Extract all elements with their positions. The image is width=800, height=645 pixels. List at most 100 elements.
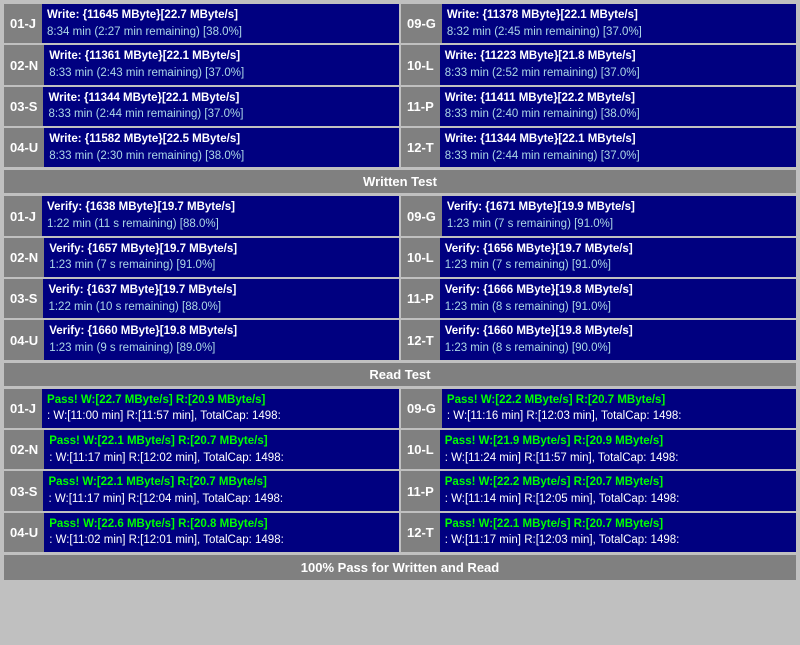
cell-line2: 8:33 min (2:30 min remaining) [38.0%]	[49, 148, 394, 165]
read-section: 01-JPass! W:[22.7 MByte/s] R:[20.9 MByte…	[4, 389, 796, 552]
cell-pair: 02-NWrite: {11361 MByte}[22.1 MByte/s]8:…	[4, 45, 399, 84]
row-pair: 01-JWrite: {11645 MByte}[22.7 MByte/s]8:…	[4, 4, 796, 43]
cell-pair: 04-UPass! W:[22.6 MByte/s] R:[20.8 MByte…	[4, 513, 399, 552]
cell-pair: 03-SPass! W:[22.1 MByte/s] R:[20.7 MByte…	[4, 471, 399, 510]
cell-pair: 10-LPass! W:[21.9 MByte/s] R:[20.9 MByte…	[401, 430, 796, 469]
row-pair: 01-JVerify: {1638 MByte}[19.7 MByte/s]1:…	[4, 196, 796, 235]
cell-pair: 09-GWrite: {11378 MByte}[22.1 MByte/s]8:…	[401, 4, 796, 43]
device-id: 01-J	[4, 389, 42, 428]
cell-line2: 8:33 min (2:43 min remaining) [37.0%]	[49, 65, 394, 82]
cell-content: Verify: {1638 MByte}[19.7 MByte/s]1:22 m…	[42, 196, 399, 235]
device-id: 09-G	[401, 196, 442, 235]
device-id: 10-L	[401, 45, 440, 84]
cell-pair: 02-NPass! W:[22.1 MByte/s] R:[20.7 MByte…	[4, 430, 399, 469]
cell-pair: 01-JWrite: {11645 MByte}[22.7 MByte/s]8:…	[4, 4, 399, 43]
cell-pair: 04-UWrite: {11582 MByte}[22.5 MByte/s]8:…	[4, 128, 399, 167]
verify-section: 01-JVerify: {1638 MByte}[19.7 MByte/s]1:…	[4, 196, 796, 359]
cell-pair: 09-GVerify: {1671 MByte}[19.9 MByte/s]1:…	[401, 196, 796, 235]
cell-line2: : W:[11:17 min] R:[12:04 min], TotalCap:…	[48, 491, 394, 508]
cell-line2: : W:[11:00 min] R:[11:57 min], TotalCap:…	[47, 408, 394, 425]
device-id: 03-S	[4, 279, 43, 318]
cell-line1: Verify: {1660 MByte}[19.8 MByte/s]	[49, 323, 394, 340]
cell-content: Pass! W:[22.7 MByte/s] R:[20.9 MByte/s]:…	[42, 389, 399, 428]
cell-line1: Pass! W:[22.2 MByte/s] R:[20.7 MByte/s]	[447, 392, 791, 409]
cell-line2: 1:22 min (10 s remaining) [88.0%]	[48, 299, 394, 316]
device-id: 03-S	[4, 471, 43, 510]
cell-content: Write: {11582 MByte}[22.5 MByte/s]8:33 m…	[44, 128, 399, 167]
cell-line1: Write: {11411 MByte}[22.2 MByte/s]	[445, 90, 791, 107]
cell-line2: 8:33 min (2:40 min remaining) [38.0%]	[445, 106, 791, 123]
cell-line2: 1:22 min (11 s remaining) [88.0%]	[47, 216, 394, 233]
cell-content: Pass! W:[21.9 MByte/s] R:[20.9 MByte/s]:…	[440, 430, 796, 469]
row-pair: 02-NPass! W:[22.1 MByte/s] R:[20.7 MByte…	[4, 430, 796, 469]
cell-line2: 8:33 min (2:44 min remaining) [37.0%]	[445, 148, 791, 165]
cell-line2: 1:23 min (7 s remaining) [91.0%]	[49, 257, 394, 274]
cell-pair: 11-PPass! W:[22.2 MByte/s] R:[20.7 MByte…	[401, 471, 796, 510]
cell-line1: Verify: {1638 MByte}[19.7 MByte/s]	[47, 199, 394, 216]
cell-content: Write: {11378 MByte}[22.1 MByte/s]8:32 m…	[442, 4, 796, 43]
cell-content: Write: {11361 MByte}[22.1 MByte/s]8:33 m…	[44, 45, 399, 84]
cell-line1: Write: {11378 MByte}[22.1 MByte/s]	[447, 7, 791, 24]
cell-line2: : W:[11:24 min] R:[11:57 min], TotalCap:…	[445, 450, 791, 467]
cell-line2: : W:[11:14 min] R:[12:05 min], TotalCap:…	[445, 491, 791, 508]
cell-content: Verify: {1671 MByte}[19.9 MByte/s]1:23 m…	[442, 196, 796, 235]
cell-line2: : W:[11:17 min] R:[12:02 min], TotalCap:…	[49, 450, 394, 467]
cell-line1: Pass! W:[22.1 MByte/s] R:[20.7 MByte/s]	[48, 474, 394, 491]
cell-line2: 8:34 min (2:27 min remaining) [38.0%]	[47, 24, 394, 41]
cell-content: Verify: {1656 MByte}[19.7 MByte/s]1:23 m…	[440, 238, 796, 277]
device-id: 11-P	[401, 279, 440, 318]
cell-line1: Verify: {1666 MByte}[19.8 MByte/s]	[445, 282, 791, 299]
cell-content: Pass! W:[22.1 MByte/s] R:[20.7 MByte/s]:…	[440, 513, 796, 552]
cell-line1: Verify: {1660 MByte}[19.8 MByte/s]	[445, 323, 791, 340]
device-id: 04-U	[4, 128, 44, 167]
cell-line1: Write: {11344 MByte}[22.1 MByte/s]	[48, 90, 394, 107]
cell-pair: 11-PWrite: {11411 MByte}[22.2 MByte/s]8:…	[401, 87, 796, 126]
cell-content: Write: {11411 MByte}[22.2 MByte/s]8:33 m…	[440, 87, 796, 126]
footer-status: 100% Pass for Written and Read	[4, 555, 796, 580]
write-section: 01-JWrite: {11645 MByte}[22.7 MByte/s]8:…	[4, 4, 796, 167]
row-pair: 03-SVerify: {1637 MByte}[19.7 MByte/s]1:…	[4, 279, 796, 318]
device-id: 11-P	[401, 87, 440, 126]
device-id: 12-T	[401, 513, 440, 552]
row-pair: 04-UWrite: {11582 MByte}[22.5 MByte/s]8:…	[4, 128, 796, 167]
main-container: 01-JWrite: {11645 MByte}[22.7 MByte/s]8:…	[0, 0, 800, 584]
cell-line2: 8:32 min (2:45 min remaining) [37.0%]	[447, 24, 791, 41]
cell-line2: 1:23 min (8 s remaining) [90.0%]	[445, 340, 791, 357]
cell-pair: 11-PVerify: {1666 MByte}[19.8 MByte/s]1:…	[401, 279, 796, 318]
device-id: 04-U	[4, 513, 44, 552]
device-id: 09-G	[401, 389, 442, 428]
cell-pair: 12-TWrite: {11344 MByte}[22.1 MByte/s]8:…	[401, 128, 796, 167]
cell-line1: Pass! W:[22.1 MByte/s] R:[20.7 MByte/s]	[445, 516, 791, 533]
cell-line2: 1:23 min (7 s remaining) [91.0%]	[445, 257, 791, 274]
cell-pair: 04-UVerify: {1660 MByte}[19.8 MByte/s]1:…	[4, 320, 399, 359]
device-id: 09-G	[401, 4, 442, 43]
cell-content: Write: {11645 MByte}[22.7 MByte/s]8:34 m…	[42, 4, 399, 43]
cell-line2: 8:33 min (2:44 min remaining) [37.0%]	[48, 106, 394, 123]
device-id: 10-L	[401, 238, 440, 277]
cell-content: Pass! W:[22.2 MByte/s] R:[20.7 MByte/s]:…	[440, 471, 796, 510]
cell-content: Pass! W:[22.1 MByte/s] R:[20.7 MByte/s]:…	[43, 471, 399, 510]
cell-content: Verify: {1666 MByte}[19.8 MByte/s]1:23 m…	[440, 279, 796, 318]
cell-line1: Pass! W:[22.2 MByte/s] R:[20.7 MByte/s]	[445, 474, 791, 491]
cell-line1: Verify: {1637 MByte}[19.7 MByte/s]	[48, 282, 394, 299]
row-pair: 04-UPass! W:[22.6 MByte/s] R:[20.8 MByte…	[4, 513, 796, 552]
cell-pair: 01-JPass! W:[22.7 MByte/s] R:[20.9 MByte…	[4, 389, 399, 428]
cell-line1: Write: {11223 MByte}[21.8 MByte/s]	[445, 48, 791, 65]
cell-pair: 03-SWrite: {11344 MByte}[22.1 MByte/s]8:…	[4, 87, 399, 126]
device-id: 10-L	[401, 430, 440, 469]
cell-content: Pass! W:[22.2 MByte/s] R:[20.7 MByte/s]:…	[442, 389, 796, 428]
cell-content: Write: {11223 MByte}[21.8 MByte/s]8:33 m…	[440, 45, 796, 84]
device-id: 02-N	[4, 45, 44, 84]
row-pair: 02-NWrite: {11361 MByte}[22.1 MByte/s]8:…	[4, 45, 796, 84]
cell-line2: 1:23 min (8 s remaining) [91.0%]	[445, 299, 791, 316]
cell-content: Pass! W:[22.1 MByte/s] R:[20.7 MByte/s]:…	[44, 430, 399, 469]
cell-content: Pass! W:[22.6 MByte/s] R:[20.8 MByte/s]:…	[44, 513, 399, 552]
read-test-header: Read Test	[4, 363, 796, 386]
cell-pair: 09-GPass! W:[22.2 MByte/s] R:[20.7 MByte…	[401, 389, 796, 428]
device-id: 02-N	[4, 238, 44, 277]
cell-line2: 1:23 min (7 s remaining) [91.0%]	[447, 216, 791, 233]
device-id: 01-J	[4, 4, 42, 43]
cell-line1: Pass! W:[22.1 MByte/s] R:[20.7 MByte/s]	[49, 433, 394, 450]
cell-line1: Write: {11344 MByte}[22.1 MByte/s]	[445, 131, 791, 148]
cell-content: Verify: {1660 MByte}[19.8 MByte/s]1:23 m…	[44, 320, 399, 359]
